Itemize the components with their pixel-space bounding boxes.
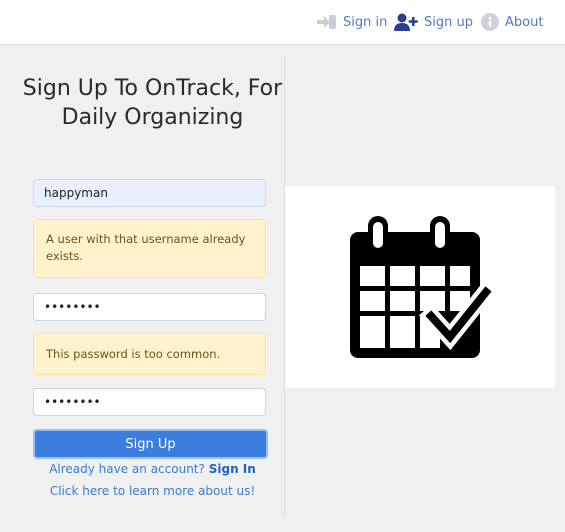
learn-more-link[interactable]: Click here to learn more about us!	[21, 484, 284, 498]
account-prompt-text: Already have an account?	[49, 462, 205, 476]
nav-sign-up-label: Sign up	[424, 14, 473, 30]
password-error-text: This password is too common.	[46, 347, 221, 361]
username-error-text: A user with that username already exists…	[46, 232, 246, 263]
nav-sign-in-link[interactable]: Sign in	[317, 0, 387, 44]
user-plus-icon	[394, 13, 418, 31]
sign-in-link[interactable]: Sign In	[209, 462, 256, 476]
top-navbar: Sign in Sign up About	[0, 0, 565, 45]
page-title: Sign Up To OnTrack, For Daily Organizing	[22, 76, 283, 130]
password-input[interactable]	[33, 293, 266, 321]
password-error-alert: This password is too common.	[33, 333, 266, 375]
nav-sign-in-label: Sign in	[343, 14, 388, 30]
calendar-illustration	[285, 186, 555, 388]
signup-form-panel: Sign Up To OnTrack, For Daily Organizing…	[21, 56, 285, 518]
sign-in-icon	[317, 14, 337, 30]
confirm-password-input[interactable]	[33, 388, 266, 416]
calendar-check-icon	[350, 216, 498, 358]
nav-about-link[interactable]: About	[481, 0, 543, 44]
nav-sign-up-link[interactable]: Sign up	[394, 0, 473, 44]
username-input[interactable]	[33, 179, 266, 207]
account-prompt-line: Already have an account? Sign In	[21, 462, 284, 476]
username-error-alert: A user with that username already exists…	[33, 219, 266, 278]
sign-up-button[interactable]: Sign Up	[33, 429, 268, 459]
info-circle-icon	[481, 13, 499, 31]
nav-about-label: About	[505, 14, 544, 30]
